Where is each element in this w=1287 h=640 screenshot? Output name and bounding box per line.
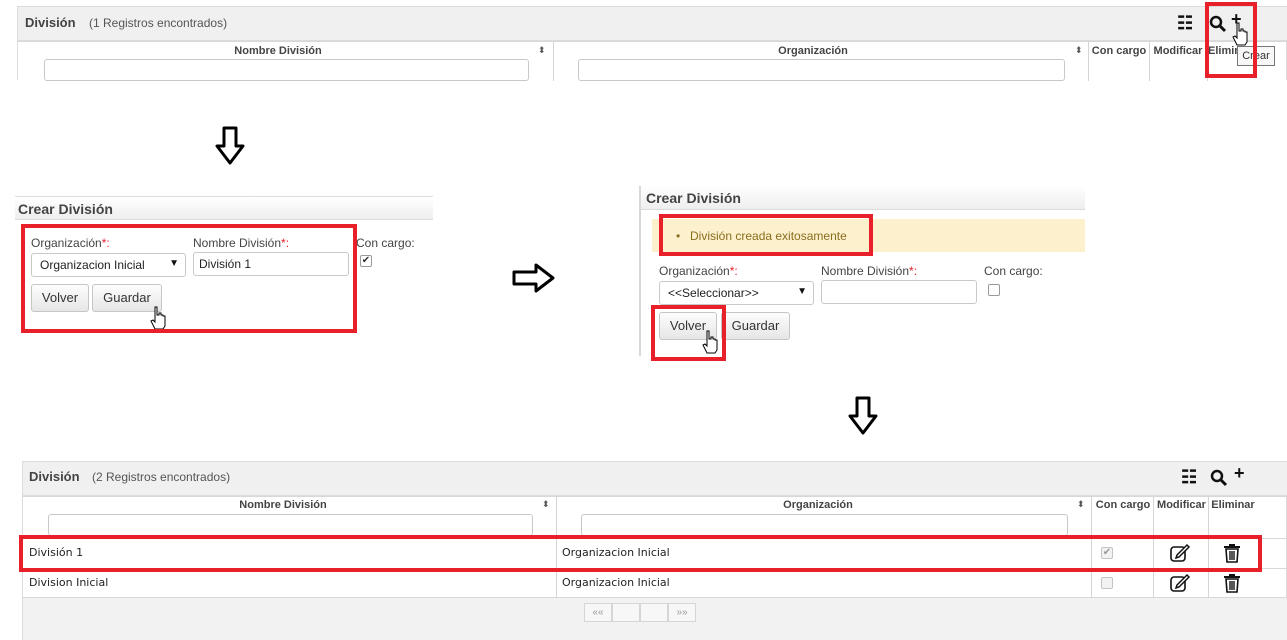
edit-icon[interactable] (1169, 573, 1191, 593)
chevron-down-icon: ▼ (797, 286, 807, 297)
columns-icon[interactable]: ☷ (1177, 13, 1193, 34)
bullet: • (676, 229, 681, 243)
th-modificar: Modificar (1157, 499, 1206, 511)
form1-org-label: Organización*: (31, 236, 110, 250)
add-icon[interactable]: + (1234, 463, 1245, 484)
arrow-down-icon (215, 126, 245, 165)
cell-charge-checkbox (1101, 577, 1113, 589)
table-row[interactable]: División 1 Organizacion Inicial ✔ (23, 538, 1287, 568)
form1-title: Crear División (18, 201, 113, 217)
cell-name: División 1 (29, 546, 84, 559)
filter-organizacion-input[interactable] (581, 514, 1068, 536)
tooltip-text: Crear (1242, 50, 1270, 62)
success-message-text: División creada exitosamente (690, 229, 847, 243)
search-icon[interactable] (1210, 469, 1228, 490)
th-organizacion[interactable]: Organización (658, 45, 968, 57)
form2-title: Crear División (646, 190, 741, 206)
th-eliminar: Eliminar (1211, 499, 1255, 511)
filter-nombre-input[interactable] (48, 514, 533, 536)
form2-org-label: Organización*: (659, 264, 738, 278)
cell-org: Organizacion Inicial (562, 546, 670, 559)
trash-icon[interactable] (1223, 543, 1241, 563)
search-icon[interactable] (1209, 15, 1227, 36)
hand-cursor-icon (150, 306, 166, 330)
form2-charge-checkbox[interactable] (988, 284, 1000, 296)
th-con-cargo: Con cargo (1091, 45, 1147, 57)
bottom-grid: División (2 Registros encontrados) ☷ + N… (22, 461, 1287, 640)
bottom-grid-title: División (29, 469, 80, 484)
arrow-right-icon (512, 263, 555, 293)
filter-nombre-input[interactable] (44, 59, 529, 81)
th-organizacion[interactable]: Organización (663, 499, 973, 511)
pager-next-button[interactable]: »» (668, 603, 696, 622)
form1-back-button[interactable]: Volver (31, 284, 89, 312)
tooltip-crear: Crear (1237, 46, 1275, 66)
cell-charge-checkbox: ✔ (1101, 547, 1113, 559)
top-grid: División (1 Registros encontrados) ☷ + N… (17, 6, 1287, 81)
form2-save-button[interactable]: Guardar (721, 312, 790, 340)
bottom-grid-count: (2 Registros encontrados) (92, 470, 231, 484)
form1-charge-label: Con cargo: (356, 236, 415, 250)
hand-cursor-icon (1232, 22, 1248, 46)
form1-org-select[interactable]: Organizacion Inicial ▼ (31, 253, 186, 277)
cell-name: Division Inicial (29, 576, 109, 589)
sort-icon[interactable]: ⬍ (538, 45, 546, 56)
form2-name-label: Nombre División*: (821, 264, 918, 278)
th-nombre[interactable]: Nombre División (148, 45, 408, 57)
top-grid-count: (1 Registros encontrados) (89, 16, 228, 30)
sort-icon[interactable]: ⬍ (1075, 45, 1083, 56)
filter-organizacion-input[interactable] (578, 59, 1065, 81)
columns-icon[interactable]: ☷ (1181, 467, 1197, 488)
chevron-down-icon: ▼ (169, 258, 179, 269)
form2-charge-label: Con cargo: (984, 264, 1043, 278)
sort-icon[interactable]: ⬍ (542, 499, 550, 510)
pager-page-button[interactable] (640, 603, 668, 622)
pager-page-button[interactable] (612, 603, 640, 622)
sort-icon[interactable]: ⬍ (1077, 499, 1085, 510)
top-grid-title: División (25, 15, 76, 30)
form2-org-select[interactable]: <<Seleccionar>> ▼ (659, 281, 814, 305)
form1-charge-checkbox[interactable]: ✔ (360, 255, 372, 267)
table-row[interactable]: Division Inicial Organizacion Inicial (23, 568, 1287, 598)
form1-name-input[interactable]: División 1 (193, 252, 349, 276)
trash-icon[interactable] (1223, 573, 1241, 593)
pager-first-button[interactable]: «« (584, 603, 612, 622)
th-con-cargo: Con cargo (1095, 499, 1151, 511)
th-nombre[interactable]: Nombre División (153, 499, 413, 511)
arrow-down-icon (848, 396, 878, 435)
cell-org: Organizacion Inicial (562, 576, 670, 589)
form2-name-input[interactable] (821, 280, 977, 304)
th-modificar: Modificar (1153, 45, 1203, 57)
hand-cursor-icon (702, 330, 718, 354)
edit-icon[interactable] (1169, 543, 1191, 563)
form1-name-label: Nombre División*: (193, 236, 290, 250)
